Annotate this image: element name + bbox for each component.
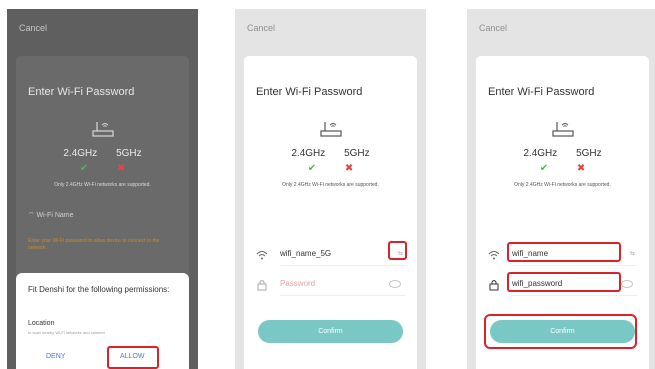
band-labels: 2.4GHz 5GHz [16, 148, 189, 159]
wifi-name-row: ⌔ Wi-Fi Name [28, 211, 74, 220]
band-labels: 2.4GHz 5GHz [476, 148, 649, 159]
eye-icon[interactable] [389, 280, 401, 288]
highlight-wifi-name [507, 242, 621, 262]
band-5-label: 5GHz [116, 148, 142, 159]
wifi-icon [256, 251, 268, 260]
wifi-icon: ⌔ [28, 212, 35, 219]
band-5-label: 5GHz [344, 148, 370, 159]
screen-5g-selected: Cancel Enter Wi-Fi Password 2.4GHz 5GHz … [235, 9, 426, 369]
highlight-switch-network [388, 241, 407, 260]
password-input[interactable]: Password [280, 279, 315, 288]
password-card: Enter Wi-Fi Password 2.4GHz 5GHz ✔ ✖ Onl… [244, 56, 417, 369]
router-icon [319, 122, 342, 137]
permission-title: Location [28, 320, 55, 327]
wifi-icon [488, 251, 500, 260]
band-24-label: 2.4GHz [63, 148, 98, 159]
dialog-heading: Fit Denshi for the following permissions… [28, 285, 170, 294]
password-row[interactable]: Password [256, 274, 405, 296]
warning-text: Enter your Wi-Fi password to allow devic… [28, 238, 160, 251]
divider [280, 265, 405, 266]
cancel-link[interactable]: Cancel [247, 23, 275, 33]
band-status: ✔ ✖ [16, 163, 189, 174]
page-title: Enter Wi-Fi Password [256, 86, 363, 98]
band-24-label: 2.4GHz [523, 148, 558, 159]
cross-icon: ✖ [344, 163, 354, 174]
band-24-label: 2.4GHz [291, 148, 326, 159]
confirm-button[interactable]: Confirm [258, 320, 403, 343]
band-note: Only 2.4GHz Wi-Fi networks are supported… [282, 182, 379, 188]
wifi-name-label: Wi-Fi Name [36, 212, 74, 219]
password-card: Enter Wi-Fi Password 2.4GHz 5GHz ✔ ✖ Onl… [476, 56, 649, 369]
highlight-confirm [484, 314, 637, 349]
band-status: ✔ ✖ [244, 163, 417, 174]
divider [280, 295, 405, 296]
lock-icon [257, 280, 267, 291]
router-icon [91, 122, 114, 137]
cross-icon: ✖ [576, 163, 586, 174]
router-icon [551, 122, 574, 137]
cross-icon: ✖ [116, 163, 126, 174]
band-status: ✔ ✖ [476, 163, 649, 174]
page-title: Enter Wi-Fi Password [28, 86, 135, 98]
divider [512, 295, 637, 296]
highlight-password [507, 272, 621, 292]
highlight-allow [107, 346, 159, 369]
divider [512, 265, 637, 266]
screen-credentials-filled: Cancel Enter Wi-Fi Password 2.4GHz 5GHz … [467, 9, 655, 369]
deny-button[interactable]: DENY [46, 353, 65, 360]
band-labels: 2.4GHz 5GHz [244, 148, 417, 159]
check-icon: ✔ [307, 163, 317, 174]
band-note: Only 2.4GHz Wi-Fi networks are supported… [514, 182, 611, 188]
lock-icon [489, 280, 499, 291]
eye-icon[interactable] [621, 280, 633, 288]
permission-dialog: Fit Denshi for the following permissions… [16, 273, 189, 369]
check-icon: ✔ [79, 163, 89, 174]
screen-permission: Cancel Enter Wi-Fi Password 2.4GHz 5GHz … [7, 9, 198, 369]
check-icon: ✔ [539, 163, 549, 174]
wifi-name-row[interactable]: wifi_name_5G ⇆ [256, 244, 405, 266]
cancel-link[interactable]: Cancel [479, 23, 507, 33]
wifi-name-value: wifi_name_5G [280, 249, 332, 258]
switch-network-icon[interactable]: ⇆ [630, 250, 635, 257]
band-5-label: 5GHz [576, 148, 602, 159]
cancel-link[interactable]: Cancel [19, 23, 47, 33]
permission-description: to scan nearby Wi-Fi networks and connec… [28, 330, 105, 335]
page-title: Enter Wi-Fi Password [488, 86, 595, 98]
band-note: Only 2.4GHz Wi-Fi networks are supported… [54, 182, 151, 188]
